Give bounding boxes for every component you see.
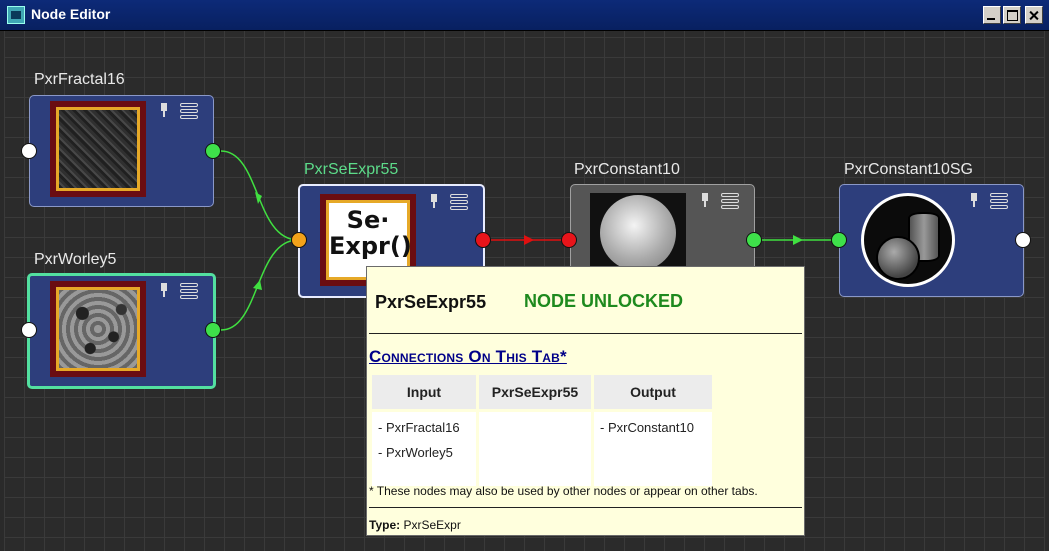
output-port[interactable] <box>205 322 221 338</box>
menu-icon[interactable] <box>990 193 1008 209</box>
worley-thumbnail <box>50 281 146 377</box>
node-pxrworley5[interactable] <box>27 273 216 389</box>
tooltip-status: NODE UNLOCKED <box>524 291 684 311</box>
column-header-node: PxrSeExpr55 <box>479 375 591 409</box>
pin-icon[interactable] <box>429 194 439 208</box>
column-header-output: Output <box>594 375 712 409</box>
node-label-pxrworley5: PxrWorley5 <box>34 251 117 268</box>
input-port[interactable] <box>21 322 37 338</box>
node-label-pxrfractal16: PxrFractal16 <box>34 71 125 88</box>
wire-arrow-icon <box>793 235 803 245</box>
output-cell: - PxrConstant10 <box>594 412 712 486</box>
menu-icon[interactable] <box>180 283 198 299</box>
menu-icon[interactable] <box>721 193 739 209</box>
node-label-pxrseexpr55: PxrSeExpr55 <box>304 161 399 178</box>
connections-table: Input PxrSeExpr55 Output - PxrFractal16 … <box>369 372 715 489</box>
input-port[interactable] <box>21 143 37 159</box>
output-port[interactable] <box>475 232 491 248</box>
divider <box>369 507 802 508</box>
output-item: - PxrConstant10 <box>600 420 694 435</box>
node-pxrconstant10sg[interactable] <box>839 184 1024 297</box>
wire-arrow-icon <box>524 235 534 245</box>
output-port[interactable] <box>205 143 221 159</box>
pin-icon[interactable] <box>159 103 169 117</box>
node-label-pxrconstant10sg: PxrConstant10SG <box>844 161 973 178</box>
node-pxrfractal16[interactable] <box>29 95 214 207</box>
divider <box>369 333 802 334</box>
pin-icon[interactable] <box>159 283 169 297</box>
pin-icon[interactable] <box>700 193 710 207</box>
input-port[interactable] <box>831 232 847 248</box>
column-header-input: Input <box>372 375 476 409</box>
tooltip-node-name: PxrSeExpr55 <box>375 292 487 312</box>
output-port[interactable] <box>746 232 762 248</box>
input-port[interactable] <box>291 232 307 248</box>
input-item: - PxrWorley5 <box>378 445 453 460</box>
wire-arrow-icon <box>253 280 262 290</box>
input-port[interactable] <box>561 232 577 248</box>
input-cell: - PxrFractal16 - PxrWorley5 <box>372 412 476 486</box>
constant-thumbnail <box>590 193 686 273</box>
fractal-thumbnail <box>50 101 146 197</box>
node-label-pxrconstant10: PxrConstant10 <box>574 161 680 178</box>
shading-group-icon <box>861 193 955 287</box>
menu-icon[interactable] <box>180 103 198 119</box>
input-item: - PxrFractal16 <box>378 420 460 435</box>
node-info-tooltip: PxrSeExpr55 NODE UNLOCKED Connections On… <box>366 266 805 536</box>
pin-icon[interactable] <box>969 193 979 207</box>
menu-icon[interactable] <box>450 194 468 210</box>
tooltip-connections-heading: Connections On This Tab* <box>369 347 567 366</box>
tooltip-footnote: * These nodes may also be used by other … <box>369 484 758 498</box>
node-cell <box>479 412 591 486</box>
output-port[interactable] <box>1015 232 1031 248</box>
tooltip-type: Type: PxrSeExpr <box>369 518 461 532</box>
